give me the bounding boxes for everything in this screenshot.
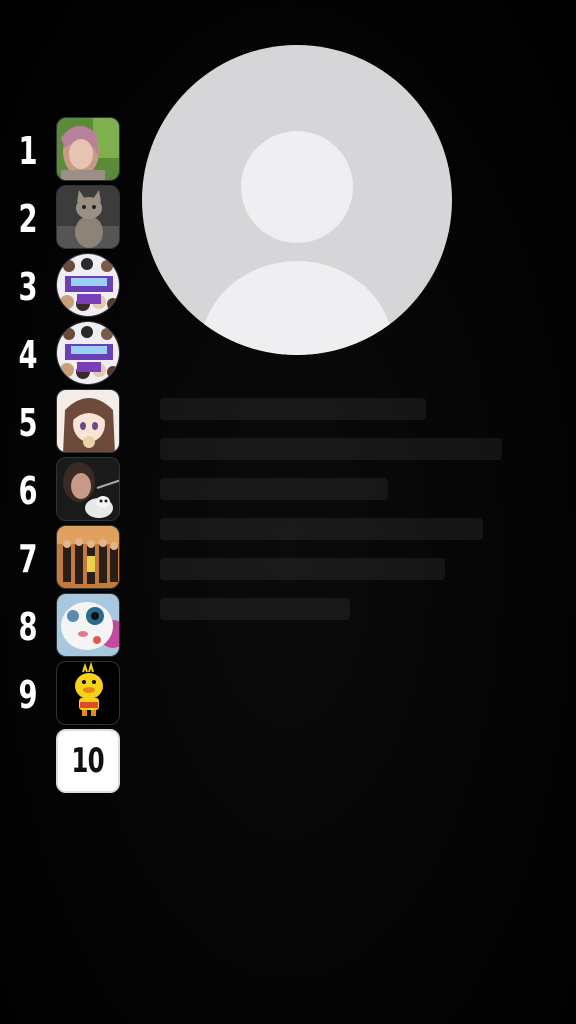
rank-number: 8 [18, 605, 38, 649]
ranking-item[interactable]: 10 [0, 729, 130, 795]
rank-number: 3 [18, 265, 38, 309]
ranking-item[interactable]: 2 [0, 185, 130, 251]
thumbnail-girl-selfie[interactable] [56, 117, 120, 181]
ranking-item[interactable]: 4 [0, 321, 130, 387]
profile-avatar[interactable] [142, 45, 452, 355]
ranking-item[interactable]: 1 [0, 117, 130, 183]
rank-number: 5 [18, 401, 38, 445]
ranking-item[interactable]: 7 [0, 525, 130, 591]
ranking-item[interactable]: 6 [0, 457, 130, 523]
thumbnail-group-collage[interactable] [56, 321, 120, 385]
thumbnail-cartoon-doll[interactable] [56, 593, 120, 657]
rank-number: 4 [18, 333, 38, 377]
thumbnail-kitten[interactable] [56, 185, 120, 249]
background-ghost-text [160, 380, 540, 720]
avatar-head-shape [241, 131, 353, 243]
rank-number: 7 [18, 537, 38, 581]
rank-number: 1 [18, 129, 38, 173]
ranking-item[interactable]: 3 [0, 253, 130, 319]
thumbnail-group-standing[interactable] [56, 525, 120, 589]
ranking-item[interactable]: 5 [0, 389, 130, 455]
ranking-item[interactable]: 8 [0, 593, 130, 659]
rank-number: 6 [18, 469, 38, 513]
avatar-body-shape [200, 261, 394, 355]
thumbnail-anime-girl[interactable] [56, 389, 120, 453]
screen-background: 1 2 3 4 5 6 7 8 9 10 [0, 0, 576, 1024]
thumbnail-girl-with-cat[interactable] [56, 457, 120, 521]
rank-number: 9 [18, 673, 38, 717]
tile-number-10[interactable]: 10 [56, 729, 120, 793]
rank-number: 2 [18, 197, 38, 241]
thumbnail-group-collage[interactable] [56, 253, 120, 317]
ranking-item[interactable]: 9 [0, 661, 130, 727]
tile-10-label: 10 [71, 741, 105, 781]
thumbnail-yellow-duck[interactable] [56, 661, 120, 725]
